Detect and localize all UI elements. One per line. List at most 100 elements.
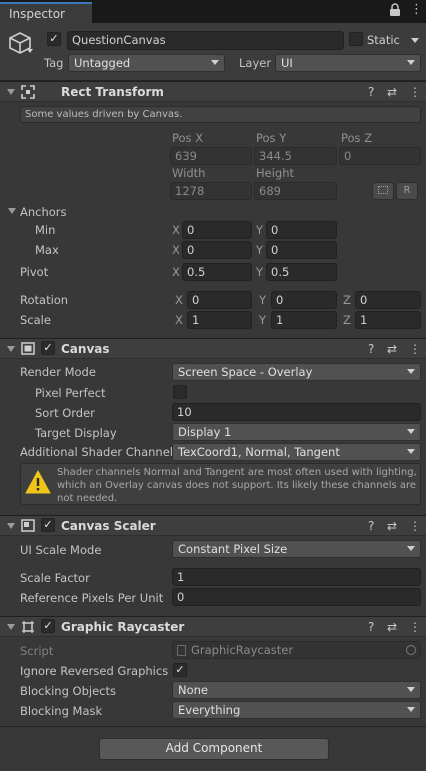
help-icon[interactable]: ? <box>368 85 374 99</box>
canvas-enabled-checkbox[interactable]: ✓ <box>41 341 55 355</box>
ignore-reversed-checkbox[interactable]: ✓ <box>173 663 187 677</box>
pivot-y-field[interactable]: 0.5 <box>266 263 337 281</box>
anchors-label[interactable]: Anchors <box>20 205 67 219</box>
canvas-header[interactable]: ✓ Canvas ? ⇄ ⋮ <box>0 338 426 359</box>
preset-sliders-icon[interactable]: ⇄ <box>387 85 397 99</box>
chevron-down-icon <box>407 449 415 454</box>
sort-order-field[interactable]: 10 <box>172 403 421 421</box>
ignore-reversed-label: Ignore Reversed Graphics <box>20 664 169 678</box>
rot-z-axis: Z <box>343 293 351 307</box>
preset-sliders-icon[interactable]: ⇄ <box>387 342 397 356</box>
rect-transform-icon <box>21 85 35 102</box>
foldout-arrow-icon[interactable] <box>7 624 15 630</box>
foldout-arrow-icon[interactable] <box>7 523 15 529</box>
static-dropdown-caret[interactable] <box>411 38 419 43</box>
chevron-down-icon <box>407 60 415 65</box>
gameobject-header: ✓ QuestionCanvas Static Tag Untagged Lay… <box>0 23 426 81</box>
preset-sliders-icon[interactable]: ⇄ <box>387 519 397 533</box>
width-label: Width <box>172 166 206 180</box>
shader-channels-dropdown[interactable]: TexCoord1, Normal, Tangent <box>172 443 421 461</box>
pos-y-label: Pos Y <box>256 131 287 145</box>
active-checkbox[interactable]: ✓ <box>47 32 61 46</box>
raw-edit-button[interactable]: R <box>396 182 418 200</box>
pos-y-field[interactable]: 344.5 <box>254 147 337 165</box>
scale-factor-field[interactable]: 1 <box>172 568 421 586</box>
tag-label: Tag <box>44 56 64 70</box>
canvas-scaler-title: Canvas Scaler <box>61 519 156 533</box>
scale-y-axis: Y <box>259 313 267 327</box>
min-label: Min <box>35 223 56 237</box>
foldout-arrow-icon[interactable] <box>7 346 15 352</box>
graphic-raycaster-enabled-checkbox[interactable]: ✓ <box>41 619 55 633</box>
ref-ppu-field[interactable]: 0 <box>172 588 421 606</box>
pos-z-field[interactable]: 0 <box>339 147 421 165</box>
layer-dropdown[interactable]: UI <box>275 54 421 72</box>
graphic-raycaster-header[interactable]: ✓ Graphic Raycaster ? ⇄ ⋮ <box>0 616 426 637</box>
max-y-field[interactable]: 0 <box>266 241 337 259</box>
help-icon[interactable]: ? <box>368 519 374 533</box>
canvas-scaler-header[interactable]: ✓ Canvas Scaler ? ⇄ ⋮ <box>0 515 426 536</box>
ref-ppu-label: Reference Pixels Per Unit <box>20 591 164 605</box>
pivot-y-axis: Y <box>256 265 264 279</box>
width-field[interactable]: 1278 <box>170 182 252 200</box>
canvas-scaler-enabled-checkbox[interactable]: ✓ <box>41 518 55 532</box>
anchors-foldout-icon[interactable] <box>8 208 16 214</box>
pivot-x-field[interactable]: 0.5 <box>182 263 252 281</box>
tag-value: Untagged <box>74 56 131 70</box>
help-icon[interactable]: ? <box>368 620 374 634</box>
chevron-down-icon <box>211 60 219 65</box>
min-y-axis: Y <box>256 223 264 237</box>
min-x-axis: X <box>172 223 180 237</box>
pos-x-field[interactable]: 639 <box>170 147 252 165</box>
target-display-dropdown[interactable]: Display 1 <box>172 423 421 441</box>
more-options-icon[interactable]: ⋮ <box>410 2 423 17</box>
more-options-icon[interactable]: ⋮ <box>409 519 421 533</box>
blocking-objects-label: Blocking Objects <box>20 684 116 698</box>
pixel-perfect-checkbox[interactable] <box>173 385 187 399</box>
scale-x-field[interactable]: 1 <box>187 311 252 329</box>
scale-label: Scale <box>20 313 51 327</box>
object-picker-icon[interactable] <box>406 645 416 655</box>
tab-inspector[interactable]: Inspector <box>0 2 92 23</box>
chevron-down-icon <box>407 369 415 374</box>
pivot-label: Pivot <box>20 265 49 279</box>
script-field[interactable]: GraphicRaycaster <box>172 641 421 659</box>
blueprint-mode-button[interactable] <box>372 182 394 200</box>
rotation-x-field[interactable]: 0 <box>187 291 252 309</box>
blocking-objects-dropdown[interactable]: None <box>172 681 421 699</box>
scale-z-axis: Z <box>343 313 351 327</box>
target-display-label: Target Display <box>35 426 117 440</box>
preset-sliders-icon[interactable]: ⇄ <box>387 620 397 634</box>
blocking-mask-dropdown[interactable]: Everything <box>172 701 421 719</box>
script-value: GraphicRaycaster <box>191 643 294 657</box>
chevron-down-icon <box>407 687 415 692</box>
rect-transform-header[interactable]: Rect Transform ? ⇄ ⋮ <box>0 81 426 102</box>
foldout-arrow-icon[interactable] <box>7 89 15 95</box>
graphic-raycaster-icon <box>21 620 35 637</box>
height-field[interactable]: 689 <box>254 182 337 200</box>
rotation-z-field[interactable]: 0 <box>355 291 421 309</box>
render-mode-dropdown[interactable]: Screen Space - Overlay <box>172 363 421 381</box>
gameobject-name-input[interactable]: QuestionCanvas <box>67 31 344 50</box>
scale-z-field[interactable]: 1 <box>355 311 421 329</box>
chevron-down-icon <box>407 429 415 434</box>
static-checkbox[interactable] <box>349 32 363 46</box>
layer-value: UI <box>281 56 293 70</box>
more-options-icon[interactable]: ⋮ <box>409 85 421 99</box>
help-icon[interactable]: ? <box>368 342 374 356</box>
more-options-icon[interactable]: ⋮ <box>409 620 421 634</box>
height-label: Height <box>256 166 295 180</box>
gameobject-cube-icon <box>7 30 33 59</box>
rot-y-axis: Y <box>259 293 267 307</box>
ui-scale-mode-dropdown[interactable]: Constant Pixel Size <box>172 540 421 558</box>
lock-icon[interactable] <box>389 3 401 20</box>
add-component-button[interactable]: Add Component <box>99 738 329 760</box>
rotation-y-field[interactable]: 0 <box>271 291 337 309</box>
scale-y-field[interactable]: 1 <box>271 311 337 329</box>
tag-dropdown[interactable]: Untagged <box>68 54 225 72</box>
max-x-field[interactable]: 0 <box>182 241 252 259</box>
more-options-icon[interactable]: ⋮ <box>409 342 421 356</box>
min-y-field[interactable]: 0 <box>266 221 337 239</box>
icon-picker-caret[interactable] <box>27 49 33 53</box>
min-x-field[interactable]: 0 <box>182 221 252 239</box>
